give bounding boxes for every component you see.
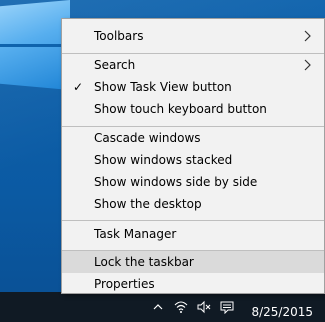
menu-item-label: Properties: [94, 277, 155, 291]
menu-item-show-task-view-button[interactable]: ✓ Show Task View button: [62, 76, 324, 98]
chevron-up-icon[interactable]: [151, 300, 165, 314]
wifi-icon[interactable]: [174, 300, 188, 314]
system-tray: 8/25/2015: [125, 292, 325, 322]
chevron-right-icon: [304, 30, 311, 42]
chevron-right-icon: [304, 59, 311, 71]
menu-item-label: Show windows side by side: [94, 175, 258, 189]
menu-item-search[interactable]: Search: [62, 54, 324, 76]
menu-item-show-touch-keyboard-button[interactable]: Show touch keyboard button: [62, 98, 324, 120]
menu-item-task-manager[interactable]: Task Manager: [62, 223, 324, 245]
windows-logo-divider: [0, 44, 70, 47]
menu-item-show-windows-stacked[interactable]: Show windows stacked: [62, 149, 324, 171]
menu-item-label: Show the desktop: [94, 197, 202, 211]
menu-item-label: Show Task View button: [94, 80, 232, 94]
menu-item-label: Show touch keyboard button: [94, 102, 267, 116]
speaker-muted-icon[interactable]: [197, 300, 211, 314]
menu-item-show-the-desktop[interactable]: Show the desktop: [62, 193, 324, 215]
menu-item-properties[interactable]: Properties: [62, 273, 324, 295]
menu-item-toolbars[interactable]: Toolbars: [62, 25, 324, 47]
checkmark-icon: ✓: [73, 80, 84, 94]
menu-item-lock-the-taskbar[interactable]: Lock the taskbar: [62, 251, 324, 273]
menu-item-show-windows-side-by-side[interactable]: Show windows side by side: [62, 171, 324, 193]
notification-icon[interactable]: [220, 300, 234, 314]
menu-item-label: Toolbars: [94, 29, 144, 43]
menu-item-cascade-windows[interactable]: Cascade windows: [62, 127, 324, 149]
menu-item-label: Show windows stacked: [94, 153, 233, 167]
taskbar-context-menu: Toolbars Search ✓ Show Task View button …: [61, 18, 325, 294]
menu-item-label: Search: [94, 58, 136, 72]
menu-item-label: Lock the taskbar: [94, 255, 194, 269]
menu-item-label: Cascade windows: [94, 131, 201, 145]
menu-separator: [62, 220, 324, 221]
menu-item-label: Task Manager: [94, 227, 177, 241]
taskbar-clock[interactable]: 8/25/2015: [251, 306, 313, 318]
